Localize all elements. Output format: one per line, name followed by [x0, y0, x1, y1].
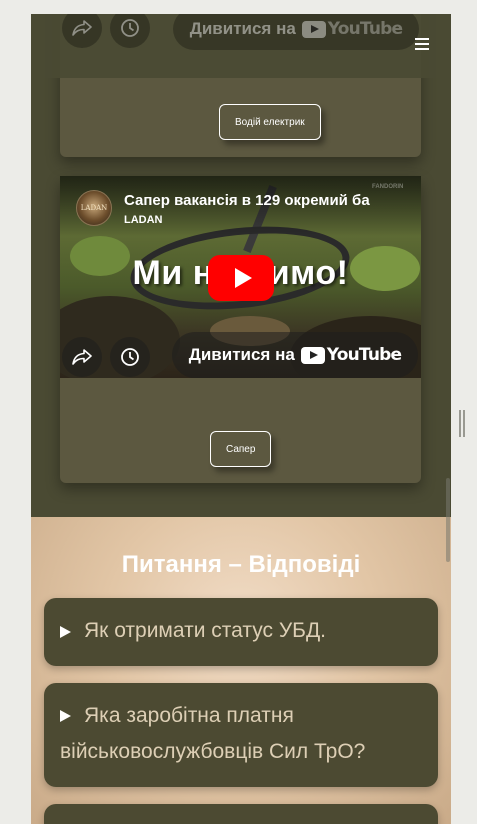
faq-section: Питання – Відповіді Як отримати статус У…: [31, 517, 451, 824]
faq-item[interactable]: Як отримати статус УБД.: [44, 598, 438, 666]
sticky-header: Дивитися на YouTube: [31, 14, 451, 78]
vacancy-card-sapper: LADAN Сапер вакансія в 129 окремий ба LA…: [60, 176, 421, 483]
header-watch-later-button[interactable]: [110, 14, 150, 48]
share-icon: [72, 349, 92, 365]
share-button[interactable]: [62, 337, 102, 377]
hamburger-line: [415, 48, 429, 50]
overlay-text-part-2: имо!: [268, 254, 349, 292]
video-watermark: FANDORIN: [372, 184, 404, 190]
play-icon: [234, 268, 252, 288]
youtube-wordmark: YouTube: [326, 345, 402, 365]
watch-on-label: Дивитися на: [188, 345, 295, 364]
faq-question: Яка заробітна платня військовослужбовців…: [60, 704, 366, 763]
watch-later-button[interactable]: [110, 337, 150, 377]
video-section: Водій електрик LADAN Сапер вакансія в 12…: [31, 14, 451, 517]
youtube-logo-icon: YouTube: [301, 19, 403, 39]
page-scrollbar-thumb[interactable]: [446, 478, 450, 562]
resize-grip-icon[interactable]: [459, 410, 466, 437]
faq-question: Як отримати статус УБД.: [84, 619, 327, 642]
hamburger-icon[interactable]: [415, 38, 431, 52]
faq-item[interactable]: Яка заробітна платня військовослужбовців…: [44, 683, 438, 787]
youtube-play-box-icon: [300, 346, 325, 364]
faq-title: Питання – Відповіді: [121, 551, 361, 578]
play-button[interactable]: [208, 255, 274, 301]
clock-icon: [121, 348, 139, 366]
watch-on-youtube-button[interactable]: Дивитися на YouTube: [172, 332, 418, 378]
clock-icon: [121, 19, 139, 37]
video-title[interactable]: Сапер вакансія в 129 окремий ба: [124, 192, 416, 209]
youtube-play-box-icon: [301, 20, 326, 38]
youtube-logo-icon: YouTube: [300, 345, 402, 365]
header-watch-on-youtube[interactable]: Дивитися на YouTube: [173, 14, 419, 50]
grip-line: [459, 410, 461, 437]
overlay-text-part-1: Ми н: [132, 254, 214, 292]
avatar-text: LADAN: [80, 204, 108, 212]
video-channel-name[interactable]: LADAN: [124, 214, 163, 226]
hamburger-line: [415, 43, 429, 45]
sapper-button[interactable]: Сапер: [210, 431, 272, 467]
youtube-video-embed[interactable]: LADAN Сапер вакансія в 129 окремий ба LA…: [60, 176, 421, 378]
share-icon: [72, 20, 92, 36]
header-share-button[interactable]: [62, 14, 102, 48]
channel-avatar[interactable]: LADAN: [76, 190, 112, 226]
page: Водій електрик LADAN Сапер вакансія в 12…: [31, 14, 451, 824]
youtube-wordmark: YouTube: [327, 19, 403, 39]
watch-on-label: Дивитися на: [189, 19, 296, 38]
driver-electrician-button[interactable]: Водій електрик: [219, 104, 321, 140]
hamburger-line: [415, 38, 429, 40]
faq-item[interactable]: [44, 804, 438, 824]
grip-line: [463, 410, 465, 437]
